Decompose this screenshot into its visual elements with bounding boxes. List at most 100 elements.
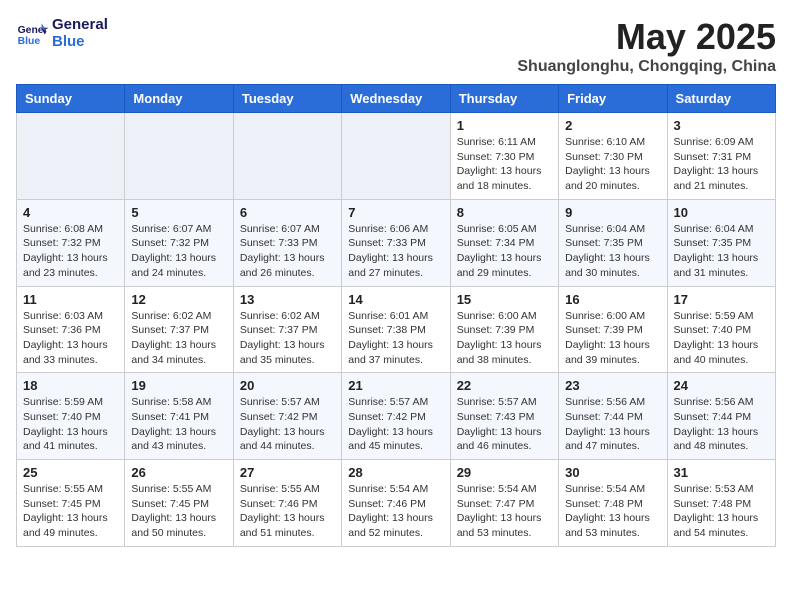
day-number: 9 (565, 205, 660, 220)
weekday-header-cell: Monday (125, 85, 233, 113)
calendar-day-cell: 28 Sunrise: 5:54 AM Sunset: 7:46 PM Dayli… (342, 460, 450, 547)
day-number: 14 (348, 292, 443, 307)
calendar-day-cell: 10 Sunrise: 6:04 AM Sunset: 7:35 PM Dayli… (667, 199, 775, 286)
day-info: Sunrise: 6:10 AM Sunset: 7:30 PM Dayligh… (565, 135, 660, 194)
day-info: Sunrise: 5:55 AM Sunset: 7:46 PM Dayligh… (240, 482, 335, 541)
calendar-day-cell: 31 Sunrise: 5:53 AM Sunset: 7:48 PM Dayli… (667, 460, 775, 547)
day-number: 2 (565, 118, 660, 133)
day-number: 22 (457, 378, 552, 393)
day-info: Sunrise: 6:05 AM Sunset: 7:34 PM Dayligh… (457, 222, 552, 281)
calendar-day-cell: 21Sunrise: 5:57 AM Sunset: 7:42 PM Dayli… (342, 373, 450, 460)
day-info: Sunrise: 5:54 AM Sunset: 7:47 PM Dayligh… (457, 482, 552, 541)
day-info: Sunrise: 5:56 AM Sunset: 7:44 PM Dayligh… (674, 395, 769, 454)
day-number: 12 (131, 292, 226, 307)
calendar-day-cell: 8 Sunrise: 6:05 AM Sunset: 7:34 PM Daylig… (450, 199, 558, 286)
day-info: Sunrise: 6:07 AM Sunset: 7:32 PM Dayligh… (131, 222, 226, 281)
weekday-header-cell: Friday (559, 85, 667, 113)
day-number: 10 (674, 205, 769, 220)
calendar-day-cell: 27 Sunrise: 5:55 AM Sunset: 7:46 PM Dayli… (233, 460, 341, 547)
calendar-day-cell: 16 Sunrise: 6:00 AM Sunset: 7:39 PM Dayli… (559, 286, 667, 373)
day-number: 8 (457, 205, 552, 220)
day-info: Sunrise: 5:53 AM Sunset: 7:48 PM Dayligh… (674, 482, 769, 541)
day-number: 19 (131, 378, 226, 393)
day-number: 6 (240, 205, 335, 220)
calendar-day-cell: 3Sunrise: 6:09 AM Sunset: 7:31 PM Daylig… (667, 113, 775, 200)
day-number: 28 (348, 465, 443, 480)
logo-text-general: General (52, 16, 108, 33)
calendar-day-cell: 7 Sunrise: 6:06 AM Sunset: 7:33 PM Daylig… (342, 199, 450, 286)
day-number: 31 (674, 465, 769, 480)
calendar-week-row: 11 Sunrise: 6:03 AM Sunset: 7:36 PM Dayli… (17, 286, 776, 373)
location-title: Shuanglonghu, Chongqing, China (517, 58, 776, 76)
day-number: 23 (565, 378, 660, 393)
calendar-day-cell: 24 Sunrise: 5:56 AM Sunset: 7:44 PM Dayli… (667, 373, 775, 460)
calendar-day-cell: 22 Sunrise: 5:57 AM Sunset: 7:43 PM Dayli… (450, 373, 558, 460)
calendar-day-cell: 17Sunrise: 5:59 AM Sunset: 7:40 PM Dayli… (667, 286, 775, 373)
weekday-header-cell: Sunday (17, 85, 125, 113)
calendar-day-cell: 26Sunrise: 5:55 AM Sunset: 7:45 PM Dayli… (125, 460, 233, 547)
weekday-header-cell: Saturday (667, 85, 775, 113)
day-number: 18 (23, 378, 118, 393)
day-number: 13 (240, 292, 335, 307)
day-number: 5 (131, 205, 226, 220)
calendar-day-cell: 9Sunrise: 6:04 AM Sunset: 7:35 PM Daylig… (559, 199, 667, 286)
calendar-day-cell: 30Sunrise: 5:54 AM Sunset: 7:48 PM Dayli… (559, 460, 667, 547)
calendar-day-cell: 4 Sunrise: 6:08 AM Sunset: 7:32 PM Daylig… (17, 199, 125, 286)
calendar-day-cell: 1 Sunrise: 6:11 AM Sunset: 7:30 PM Daylig… (450, 113, 558, 200)
day-info: Sunrise: 6:06 AM Sunset: 7:33 PM Dayligh… (348, 222, 443, 281)
calendar-week-row: 4 Sunrise: 6:08 AM Sunset: 7:32 PM Daylig… (17, 199, 776, 286)
calendar-table: SundayMondayTuesdayWednesdayThursdayFrid… (16, 84, 776, 547)
day-info: Sunrise: 5:57 AM Sunset: 7:43 PM Dayligh… (457, 395, 552, 454)
day-number: 15 (457, 292, 552, 307)
day-number: 29 (457, 465, 552, 480)
calendar-day-cell (342, 113, 450, 200)
calendar-day-cell: 29 Sunrise: 5:54 AM Sunset: 7:47 PM Dayli… (450, 460, 558, 547)
title-block: May 2025 Shuanglonghu, Chongqing, China (517, 16, 776, 76)
day-info: Sunrise: 6:04 AM Sunset: 7:35 PM Dayligh… (674, 222, 769, 281)
calendar-day-cell: 2 Sunrise: 6:10 AM Sunset: 7:30 PM Daylig… (559, 113, 667, 200)
day-info: Sunrise: 5:59 AM Sunset: 7:40 PM Dayligh… (674, 309, 769, 368)
day-number: 20 (240, 378, 335, 393)
calendar-day-cell: 19Sunrise: 5:58 AM Sunset: 7:41 PM Dayli… (125, 373, 233, 460)
logo-icon: General Blue (16, 17, 48, 49)
day-info: Sunrise: 5:56 AM Sunset: 7:44 PM Dayligh… (565, 395, 660, 454)
day-info: Sunrise: 6:02 AM Sunset: 7:37 PM Dayligh… (131, 309, 226, 368)
day-number: 24 (674, 378, 769, 393)
day-number: 16 (565, 292, 660, 307)
day-info: Sunrise: 6:00 AM Sunset: 7:39 PM Dayligh… (565, 309, 660, 368)
calendar-week-row: 1 Sunrise: 6:11 AM Sunset: 7:30 PM Daylig… (17, 113, 776, 200)
day-number: 4 (23, 205, 118, 220)
day-number: 7 (348, 205, 443, 220)
logo-text-blue: Blue (52, 33, 108, 50)
day-info: Sunrise: 6:02 AM Sunset: 7:37 PM Dayligh… (240, 309, 335, 368)
day-number: 11 (23, 292, 118, 307)
day-number: 27 (240, 465, 335, 480)
calendar-body: 1 Sunrise: 6:11 AM Sunset: 7:30 PM Daylig… (17, 113, 776, 547)
calendar-day-cell: 6 Sunrise: 6:07 AM Sunset: 7:33 PM Daylig… (233, 199, 341, 286)
day-info: Sunrise: 6:11 AM Sunset: 7:30 PM Dayligh… (457, 135, 552, 194)
calendar-day-cell: 23 Sunrise: 5:56 AM Sunset: 7:44 PM Dayli… (559, 373, 667, 460)
day-info: Sunrise: 6:07 AM Sunset: 7:33 PM Dayligh… (240, 222, 335, 281)
day-info: Sunrise: 6:08 AM Sunset: 7:32 PM Dayligh… (23, 222, 118, 281)
calendar-day-cell: 11 Sunrise: 6:03 AM Sunset: 7:36 PM Dayli… (17, 286, 125, 373)
svg-text:Blue: Blue (18, 36, 41, 47)
day-info: Sunrise: 5:54 AM Sunset: 7:46 PM Dayligh… (348, 482, 443, 541)
day-info: Sunrise: 5:59 AM Sunset: 7:40 PM Dayligh… (23, 395, 118, 454)
weekday-header-row: SundayMondayTuesdayWednesdayThursdayFrid… (17, 85, 776, 113)
day-info: Sunrise: 6:00 AM Sunset: 7:39 PM Dayligh… (457, 309, 552, 368)
weekday-header-cell: Tuesday (233, 85, 341, 113)
day-info: Sunrise: 6:03 AM Sunset: 7:36 PM Dayligh… (23, 309, 118, 368)
calendar-week-row: 18 Sunrise: 5:59 AM Sunset: 7:40 PM Dayli… (17, 373, 776, 460)
calendar-day-cell (233, 113, 341, 200)
calendar-day-cell: 14 Sunrise: 6:01 AM Sunset: 7:38 PM Dayli… (342, 286, 450, 373)
day-number: 30 (565, 465, 660, 480)
day-number: 3 (674, 118, 769, 133)
day-info: Sunrise: 5:57 AM Sunset: 7:42 PM Dayligh… (348, 395, 443, 454)
day-info: Sunrise: 5:57 AM Sunset: 7:42 PM Dayligh… (240, 395, 335, 454)
calendar-day-cell: 5 Sunrise: 6:07 AM Sunset: 7:32 PM Daylig… (125, 199, 233, 286)
day-info: Sunrise: 6:01 AM Sunset: 7:38 PM Dayligh… (348, 309, 443, 368)
day-number: 1 (457, 118, 552, 133)
day-info: Sunrise: 5:55 AM Sunset: 7:45 PM Dayligh… (131, 482, 226, 541)
logo: General Blue General Blue (16, 16, 108, 50)
day-info: Sunrise: 5:55 AM Sunset: 7:45 PM Dayligh… (23, 482, 118, 541)
